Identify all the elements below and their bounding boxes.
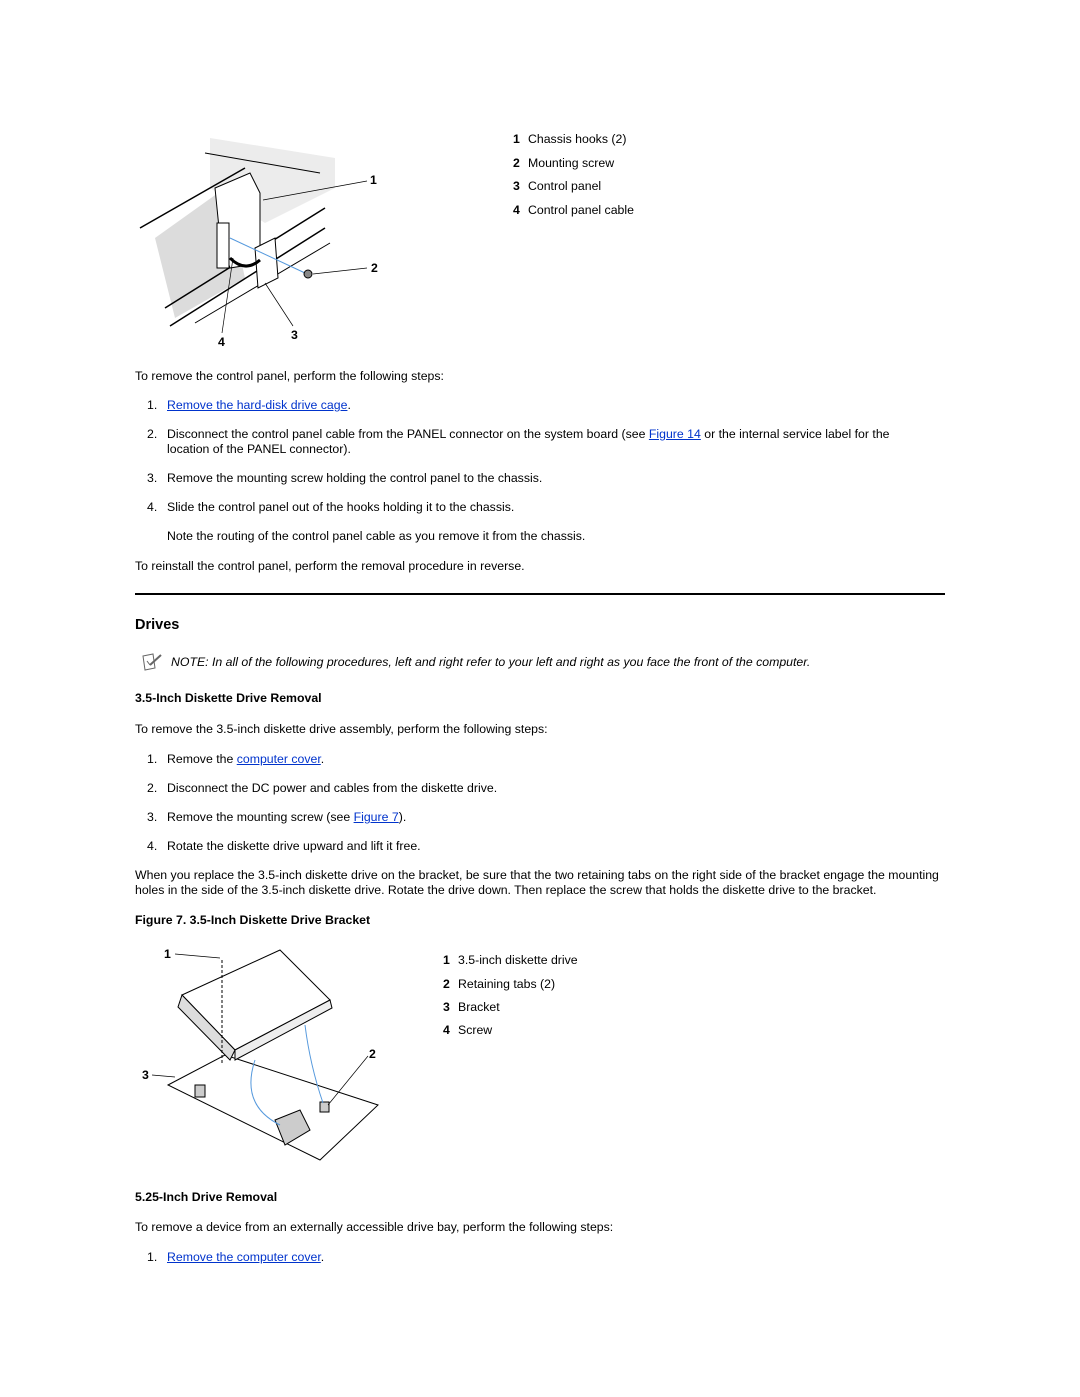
replace-text: When you replace the 3.5-inch diskette d… [135,868,939,897]
hard-disk-cage-link[interactable]: Remove the hard-disk drive cage [167,398,347,412]
callout-3: 3 [291,328,298,342]
intro-text: To remove the control panel, perform the… [135,369,444,383]
diskette-intro: To remove the 3.5-inch diskette drive as… [135,722,548,736]
callout-3: 3 [142,1068,149,1082]
legend-item: 1 3.5-inch diskette drive [443,953,578,967]
legend-item: 4 Control panel cable [513,203,634,217]
callout-2: 2 [369,1047,376,1061]
legend-item: 1 Chassis hooks (2) [513,132,627,146]
remove-cover-link[interactable]: Remove the computer cover [167,1250,321,1264]
step-note: Note the routing of the control panel ca… [167,529,586,543]
callout-2: 2 [371,261,378,275]
step: 4. Slide the control panel out of the hoo… [147,500,515,514]
step: 4. Rotate the diskette drive upward and l… [147,839,421,853]
step: 1. Remove the computer cover. [147,1250,325,1264]
drives-heading: Drives [135,617,180,633]
computer-cover-link[interactable]: computer cover [237,752,321,766]
figure-7-caption: Figure 7. 3.5-Inch Diskette Drive Bracke… [135,913,371,927]
callout-1: 1 [164,947,171,961]
legend-item: 3 Bracket [443,1000,500,1014]
legend-item: 4 Screw [443,1023,493,1037]
step: 2. Disconnect the control panel cable fro… [147,427,890,456]
figure-7-link[interactable]: Figure 7 [354,810,399,824]
legend-item: 3 Control panel [513,179,602,193]
drive-525-intro: To remove a device from an externally ac… [135,1220,614,1234]
step: 2. Disconnect the DC power and cables fro… [147,781,498,795]
figure-14-link[interactable]: Figure 14 [649,427,701,441]
step: 1. Remove the computer cover. [147,752,325,766]
callout-1: 1 [370,173,377,187]
section-divider [135,593,945,595]
drive-525-heading: 5.25-Inch Drive Removal [135,1190,278,1204]
legend-item: 2 Retaining tabs (2) [443,977,556,991]
diskette-bracket-illustration [151,949,379,1161]
step: 3. Remove the mounting screw holding the … [147,471,543,485]
note-text: NOTE: In all of the following procedures… [171,655,811,669]
note-pencil-icon [142,653,162,671]
step: 1. Remove the hard-disk drive cage. [147,398,351,412]
legend-item: 2 Mounting screw [513,156,615,170]
callout-4: 4 [218,335,225,349]
reinstall-text: To reinstall the control panel, perform … [135,559,525,573]
step: 3. Remove the mounting screw (see Figure … [147,810,407,824]
diskette-heading: 3.5-Inch Diskette Drive Removal [135,691,322,705]
control-panel-illustration [139,138,368,334]
